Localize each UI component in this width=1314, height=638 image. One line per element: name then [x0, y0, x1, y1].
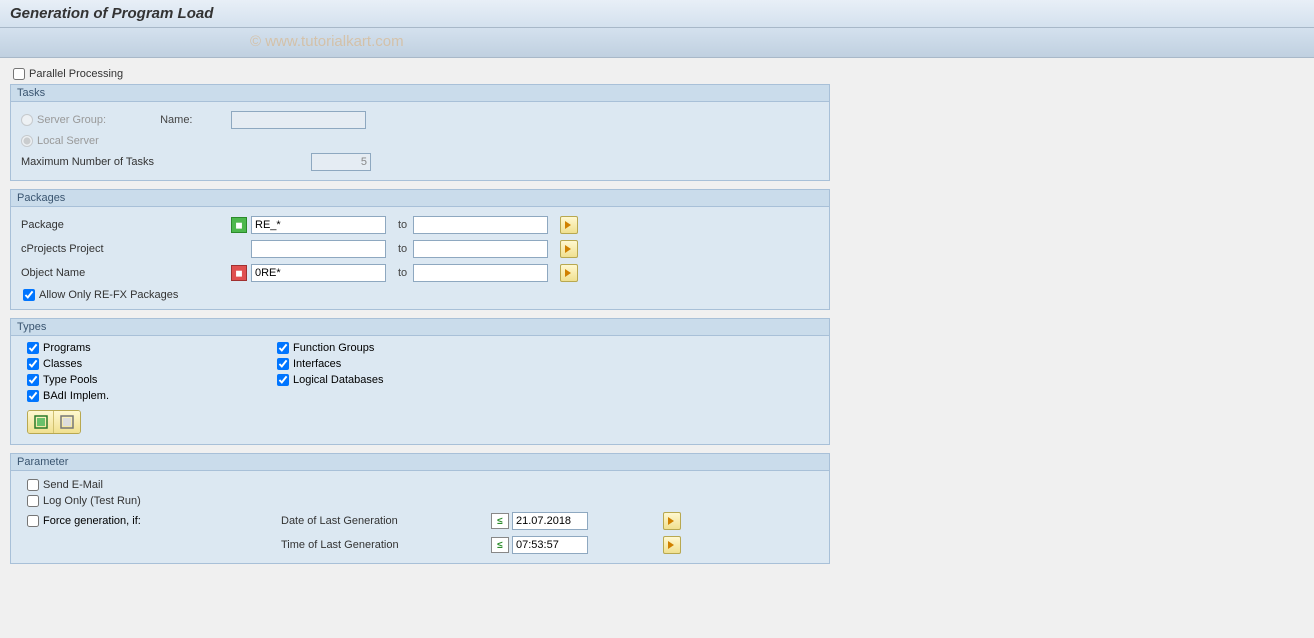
time-multi-select-button[interactable] — [663, 536, 681, 554]
type-programs-checkbox[interactable] — [27, 342, 39, 354]
package-from-input[interactable] — [251, 216, 386, 234]
allow-refx-checkbox[interactable] — [23, 289, 35, 301]
packages-group: Packages Package ◼ to — [10, 189, 830, 310]
deselect-all-icon — [60, 415, 74, 429]
type-type-pools-checkbox[interactable] — [27, 374, 39, 386]
object-multi-select-button[interactable] — [560, 264, 578, 282]
cprojects-from-input[interactable] — [251, 240, 386, 258]
le-operator-icon[interactable]: ≤ — [491, 537, 509, 553]
allow-refx-label: Allow Only RE-FX Packages — [39, 289, 178, 301]
type-interfaces-label: Interfaces — [293, 358, 341, 370]
parallel-processing-checkbox[interactable] — [13, 68, 25, 80]
parameter-group: Parameter Send E-Mail Log Only (Test Run… — [10, 453, 830, 564]
cprojects-to-input[interactable] — [413, 240, 548, 258]
type-function-groups-label: Function Groups — [293, 342, 374, 354]
local-server-radio — [21, 135, 33, 147]
name-label: Name: — [160, 114, 192, 126]
date-last-gen-input[interactable] — [512, 512, 588, 530]
types-group-title: Types — [11, 319, 829, 336]
max-tasks-label: Maximum Number of Tasks — [21, 156, 154, 168]
to-label-2: to — [392, 243, 413, 255]
type-classes-label: Classes — [43, 358, 82, 370]
types-group: Types Programs Function Groups Classes I… — [10, 318, 830, 445]
to-label-1: to — [392, 219, 413, 231]
type-logical-db-checkbox[interactable] — [277, 374, 289, 386]
date-last-gen-label: Date of Last Generation — [281, 515, 491, 527]
time-last-gen-label: Time of Last Generation — [281, 539, 491, 551]
select-buttons-group — [27, 410, 81, 434]
selection-include-icon[interactable]: ◼ — [231, 217, 247, 233]
select-all-button[interactable] — [28, 411, 54, 433]
type-logical-db-label: Logical Databases — [293, 374, 384, 386]
server-group-radio — [21, 114, 33, 126]
type-programs-label: Programs — [43, 342, 91, 354]
type-interfaces-checkbox[interactable] — [277, 358, 289, 370]
le-operator-icon[interactable]: ≤ — [491, 513, 509, 529]
cprojects-label: cProjects Project — [21, 243, 104, 255]
type-function-groups-checkbox[interactable] — [277, 342, 289, 354]
arrow-right-icon — [667, 516, 677, 526]
parallel-processing-label: Parallel Processing — [29, 68, 123, 80]
log-only-label: Log Only (Test Run) — [43, 495, 141, 507]
time-last-gen-input[interactable] — [512, 536, 588, 554]
object-name-label: Object Name — [21, 267, 85, 279]
package-label: Package — [21, 219, 64, 231]
type-badi-checkbox[interactable] — [27, 390, 39, 402]
max-tasks-input — [311, 153, 371, 171]
log-only-checkbox[interactable] — [27, 495, 39, 507]
server-name-input — [231, 111, 366, 129]
deselect-all-button[interactable] — [54, 411, 80, 433]
object-name-to-input[interactable] — [413, 264, 548, 282]
arrow-right-icon — [667, 540, 677, 550]
parallel-processing-row: Parallel Processing — [10, 66, 1304, 82]
force-gen-checkbox[interactable] — [27, 515, 39, 527]
object-name-from-input[interactable] — [251, 264, 386, 282]
send-email-checkbox[interactable] — [27, 479, 39, 491]
arrow-right-icon — [564, 268, 574, 278]
package-multi-select-button[interactable] — [560, 216, 578, 234]
arrow-right-icon — [564, 244, 574, 254]
cprojects-multi-select-button[interactable] — [560, 240, 578, 258]
type-classes-checkbox[interactable] — [27, 358, 39, 370]
content-area: Parallel Processing Tasks Server Group: … — [0, 58, 1314, 580]
packages-group-title: Packages — [11, 190, 829, 207]
page-header: Generation of Program Load — [0, 0, 1314, 28]
arrow-right-icon — [564, 220, 574, 230]
watermark: © www.tutorialkart.com — [250, 33, 404, 50]
force-gen-label: Force generation, if: — [43, 515, 141, 527]
page-title: Generation of Program Load — [10, 5, 1304, 22]
local-server-label: Local Server — [37, 135, 99, 147]
type-type-pools-label: Type Pools — [43, 374, 97, 386]
selection-exclude-icon[interactable]: ◼ — [231, 265, 247, 281]
date-multi-select-button[interactable] — [663, 512, 681, 530]
select-all-icon — [34, 415, 48, 429]
tasks-group-title: Tasks — [11, 85, 829, 102]
type-badi-label: BAdI Implem. — [43, 390, 109, 402]
parameter-group-title: Parameter — [11, 454, 829, 471]
toolbar-strip: © www.tutorialkart.com — [0, 28, 1314, 58]
server-group-label: Server Group: — [37, 114, 106, 126]
package-to-input[interactable] — [413, 216, 548, 234]
to-label-3: to — [392, 267, 413, 279]
send-email-label: Send E-Mail — [43, 479, 103, 491]
tasks-group: Tasks Server Group: Name: Local Server M… — [10, 84, 830, 181]
